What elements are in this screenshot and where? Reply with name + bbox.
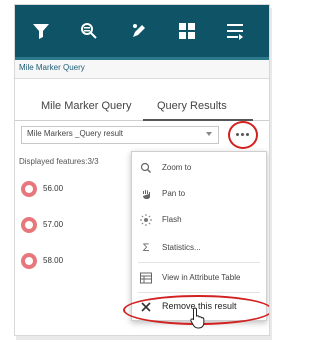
grid-icon[interactable] [175,19,199,43]
marker-symbol-icon [21,253,37,269]
hand-cursor-icon [190,307,205,329]
annotation-circle [228,121,258,149]
result-layer-select[interactable]: Mile Markers _Query result [21,126,219,144]
table-icon [140,272,152,284]
menu-divider [138,292,260,293]
feature-value: 56.00 [43,184,64,193]
menu-item-view-attribute-table[interactable]: View in Attribute Table [132,268,266,288]
flash-icon [140,214,152,226]
query-icon[interactable] [77,19,101,43]
menu-divider [138,262,260,263]
active-tab-indicator [143,119,253,121]
menu-item-flash[interactable]: Flash [132,210,266,230]
tab-query-results[interactable]: Query Results [157,100,227,112]
widget-panel: Mile Marker Query Mile Marker Query Quer… [14,4,270,336]
list-icon[interactable] [223,19,247,43]
zoom-icon [140,162,152,174]
menu-item-pan-to[interactable]: Pan to [132,184,266,204]
panel-title: Mile Marker Query [19,63,85,72]
displayed-features-count: Displayed features:3/3 [19,157,99,166]
tab-bar: Mile Marker Query Query Results [15,96,269,121]
chevron-down-icon [206,132,212,136]
filter-icon[interactable] [29,19,53,43]
toolbar [15,5,269,57]
tab-mile-marker-query[interactable]: Mile Marker Query [41,100,131,112]
sigma-icon: Σ [142,242,150,254]
pan-icon [140,188,152,200]
feature-value: 58.00 [43,256,64,265]
panel-title-bar: Mile Marker Query [15,60,269,79]
edit-icon[interactable] [127,19,151,43]
marker-symbol-icon [21,181,37,197]
result-layer-value: Mile Markers _Query result [27,129,124,138]
menu-item-statistics[interactable]: Σ Statistics... [132,238,266,258]
menu-item-zoom-to[interactable]: Zoom to [132,158,266,178]
feature-value: 57.00 [43,220,64,229]
marker-symbol-icon [21,217,37,233]
